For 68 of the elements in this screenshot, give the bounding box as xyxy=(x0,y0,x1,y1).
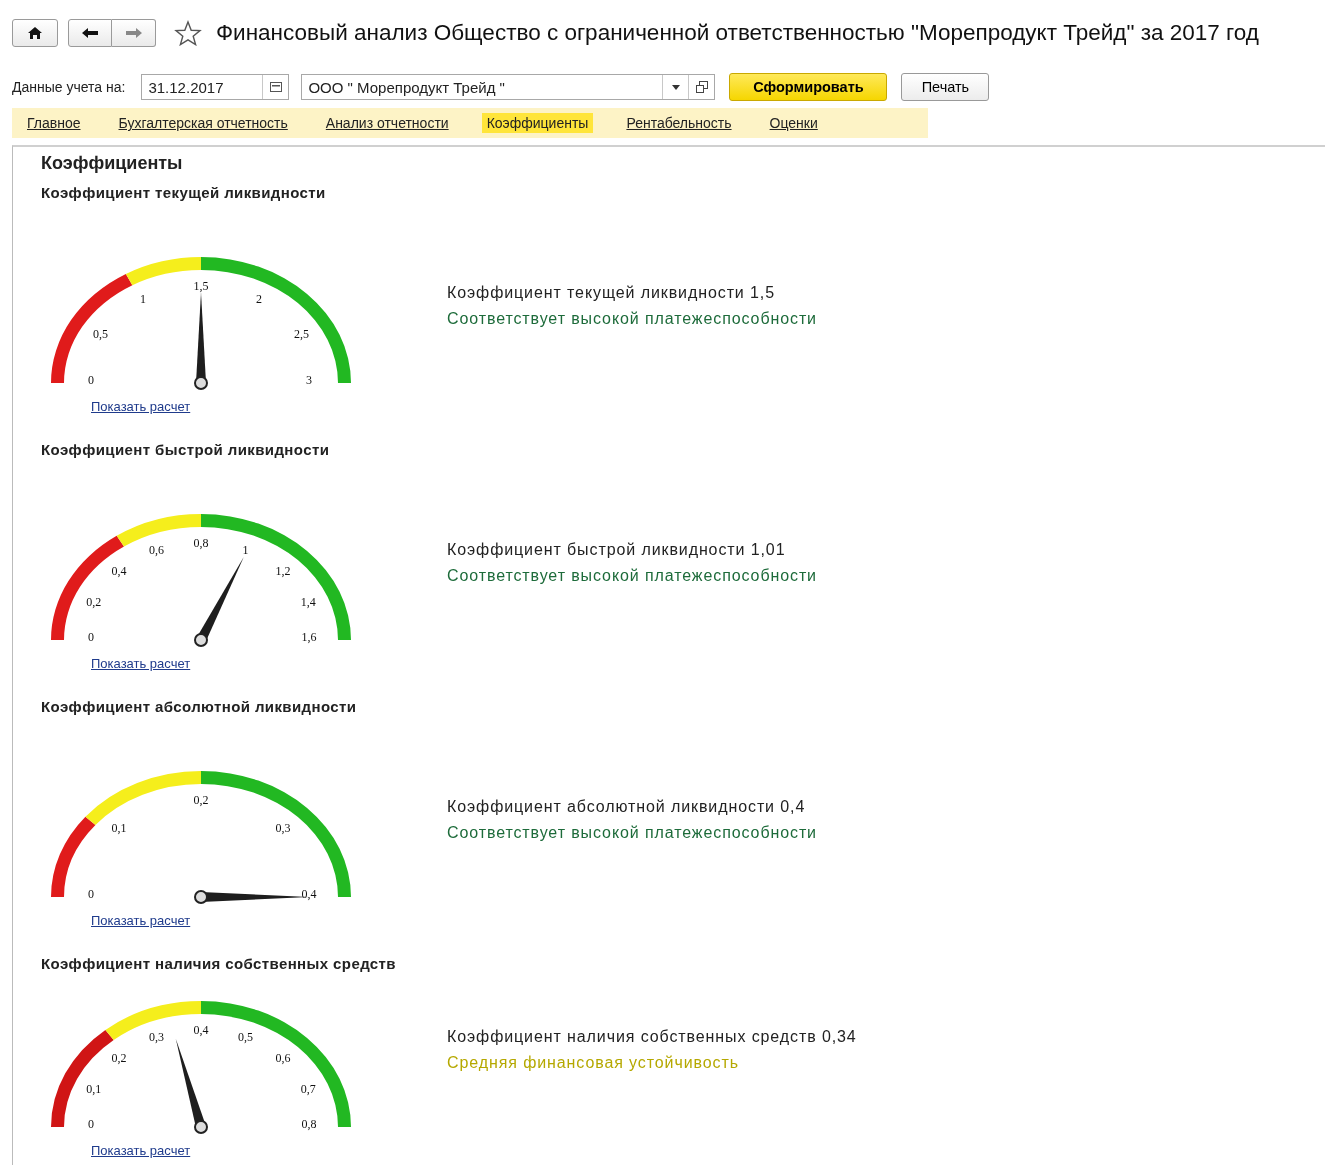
home-button[interactable] xyxy=(12,19,58,47)
tick-label: 0,8 xyxy=(193,535,209,550)
tick-label: 0,6 xyxy=(275,1050,291,1065)
show-calculation-link[interactable]: Показать расчет xyxy=(91,399,191,414)
tab[interactable]: Рентабельность xyxy=(621,113,737,133)
indicator-result: Коэффициент текущей ликвидности 1,5 xyxy=(447,283,776,303)
indicator-title: Коэффициент быстрой ликвидности xyxy=(41,441,331,460)
tick-label: 0 xyxy=(88,372,94,387)
back-button[interactable] xyxy=(68,19,112,47)
window-title: Финансовый анализ Общество с ограниченной ответственностью "Морепродукт Трейд" за 2017 год xyxy=(216,20,1259,46)
tick-label: 0,1 xyxy=(111,820,127,835)
tick-label: 0 xyxy=(88,1116,94,1131)
tick-label: 1,4 xyxy=(300,595,316,609)
indicator-title: Коэффициент абсолютной ликвидности xyxy=(41,698,358,717)
indicator-title: Коэффициент текущей ликвидности xyxy=(41,184,327,203)
date-field[interactable]: 31.12.2017 xyxy=(141,74,290,100)
indicator-verdict: Средняя финансовая устойчивость xyxy=(447,1053,740,1073)
left-arrow-icon xyxy=(81,27,99,39)
tick-label: 0,6 xyxy=(149,543,165,558)
indicator-result: Коэффициент наличия собственных средств 0,34 xyxy=(447,1027,858,1047)
tick-label: 0,4 xyxy=(193,1022,209,1037)
tab[interactable]: Бухгалтерская отчетность xyxy=(113,113,293,133)
tick-label: 0,2 xyxy=(86,595,102,609)
show-calculation-link[interactable]: Показать расчет xyxy=(91,913,191,928)
right-arrow-icon xyxy=(124,27,143,39)
print-button[interactable]: Печать xyxy=(901,73,990,101)
tick-label: 0,4 xyxy=(301,886,317,901)
tab[interactable]: Главное xyxy=(22,113,86,133)
generate-button[interactable]: Сформировать xyxy=(729,73,888,101)
tick-label: 3 xyxy=(306,372,312,387)
date-label: Данные учета на: xyxy=(12,79,126,95)
tick-label: 0,3 xyxy=(275,820,291,835)
tick-label: 1,5 xyxy=(193,278,209,293)
tick-label: 0,3 xyxy=(149,1030,165,1045)
indicator-verdict: Соответствует высокой платежеспособности xyxy=(447,823,818,843)
tick-label: 0,5 xyxy=(93,326,109,341)
tick-label: 1,6 xyxy=(301,629,317,644)
tick-label: 0,1 xyxy=(86,1082,102,1096)
show-calculation-link[interactable]: Показать расчет xyxy=(91,656,191,671)
open-window-icon xyxy=(695,81,708,93)
tick-label: 0,8 xyxy=(301,1116,317,1131)
tick-label: 1 xyxy=(242,543,249,558)
tick-label: 0 xyxy=(88,886,94,901)
tick-label: 0,4 xyxy=(111,563,127,578)
tab[interactable]: Коэффициенты xyxy=(481,113,594,133)
show-calculation-link[interactable]: Показать расчет xyxy=(91,1143,191,1158)
indicator-verdict: Соответствует высокой платежеспособности xyxy=(447,309,818,329)
organization-field[interactable]: ООО " Морепродукт Трейд " xyxy=(301,74,716,100)
tick-label: 2,5 xyxy=(293,326,309,341)
indicator-verdict: Соответствует высокой платежеспособности xyxy=(447,566,818,586)
indicator-title: Коэффициент наличия собственных средств xyxy=(41,955,397,974)
tick-label: 1,2 xyxy=(275,563,291,578)
calendar-icon xyxy=(269,82,282,92)
tab[interactable]: Оценки xyxy=(764,113,823,133)
home-icon xyxy=(27,26,43,40)
tick-label: 0 xyxy=(88,629,94,644)
tick-label: 2 xyxy=(256,291,262,306)
tick-label: 0,7 xyxy=(300,1082,316,1096)
tick-label: 0,5 xyxy=(237,1030,253,1045)
tick-label: 0,2 xyxy=(111,1050,127,1065)
section-title: Коэффициенты xyxy=(41,153,184,175)
tick-label: 1 xyxy=(140,291,146,306)
star-icon[interactable] xyxy=(174,20,202,46)
indicator-result: Коэффициент абсолютной ликвидности 0,4 xyxy=(447,797,807,817)
tab[interactable]: Анализ отчетности xyxy=(320,113,454,133)
tick-label: 0,2 xyxy=(193,792,209,807)
caret-icon xyxy=(671,84,680,90)
indicator-result: Коэффициент быстрой ликвидности 1,01 xyxy=(447,540,787,560)
